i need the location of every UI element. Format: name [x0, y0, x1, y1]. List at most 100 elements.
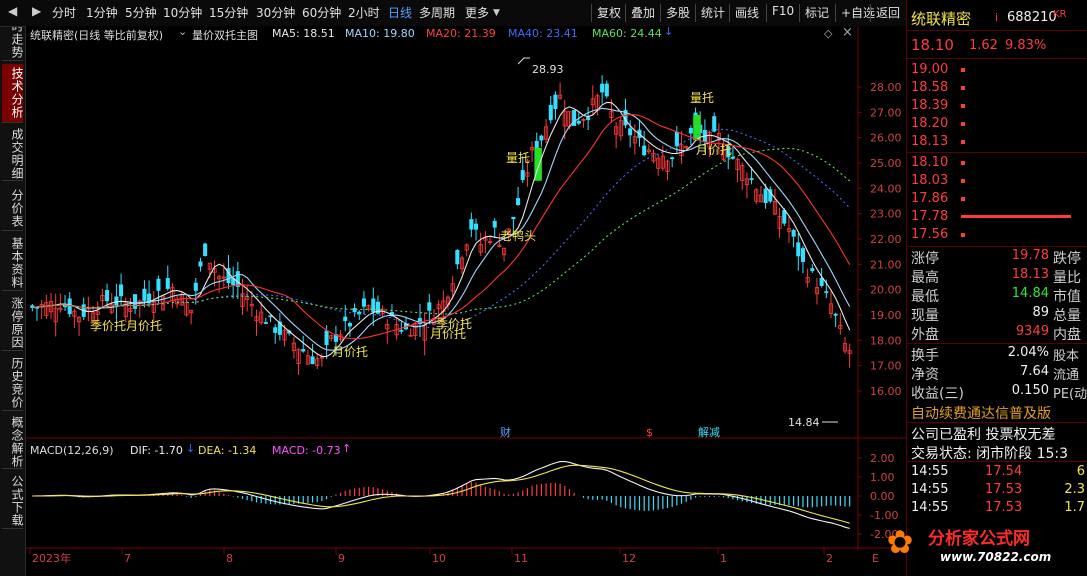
signal-annotation: 量托 [690, 91, 714, 105]
candle-body [273, 327, 278, 333]
event-mark: 财 [500, 425, 511, 439]
macd-dif: DIF: -1.70 [130, 444, 183, 457]
toolbar-button[interactable]: 画线 [735, 4, 759, 21]
candle-body [133, 294, 138, 309]
period-tab[interactable]: 1分钟 [86, 4, 118, 21]
toolbar-button[interactable]: 叠加 [631, 4, 655, 21]
chevron-down-icon[interactable]: ⌄ [178, 25, 187, 38]
stat-value: 9349 [1015, 324, 1049, 339]
watermark-name: 分析家公式网 [928, 529, 1030, 549]
stock-code: 688210 [1007, 10, 1057, 25]
stat-label: 外盘 [911, 327, 939, 343]
candle-body [628, 128, 633, 136]
forward-icon[interactable]: ▶ [32, 4, 41, 18]
period-tab[interactable]: 分时 [52, 4, 76, 21]
y-tick-label: 27.00 [870, 106, 902, 119]
candle-body [347, 323, 352, 327]
divider [907, 343, 1087, 344]
left-tab[interactable]: 概念解析 [2, 416, 24, 469]
left-tab[interactable]: 成交明细 [2, 128, 24, 181]
bid-price: 18.03 [911, 173, 949, 188]
candle-body [119, 284, 124, 297]
left-tab[interactable]: 涨停原因 [2, 296, 24, 351]
candle-body [712, 116, 717, 132]
period-tab[interactable]: 日线 [388, 4, 412, 21]
stat-value: 18.13 [1011, 267, 1049, 282]
x-tick-label: 7 [124, 552, 131, 565]
stat-label: 跌停 [1053, 251, 1081, 267]
quote-panel: 统联精密 i 688210 KR 18.10 1.62 9.83% 19.00 18.58 18.… [906, 0, 1087, 576]
toolbar-button[interactable]: 返回 [876, 4, 900, 21]
ma40-value: MA40: 23.41 [508, 27, 578, 40]
stat-value: 2.04% [1007, 345, 1049, 360]
candle-body [600, 83, 605, 93]
bid-price: 17.78 [911, 209, 949, 224]
bid-price: 17.56 [911, 227, 949, 242]
ask-price: 18.13 [911, 134, 949, 149]
stat-value: 19.78 [1011, 248, 1049, 263]
period-tab[interactable]: 5分钟 [125, 4, 157, 21]
candle-body [310, 356, 315, 365]
signal-annotation: 月价托 [332, 345, 368, 359]
bid-volume-bar [961, 197, 965, 201]
tick-time: 14:55 [911, 482, 949, 497]
signal-annotation: 月价托 [430, 327, 466, 341]
candle-body [361, 298, 366, 307]
y-tick-label: 17.00 [870, 360, 902, 373]
y-tick-label: 16.00 [870, 385, 902, 398]
stat-label: 涨停 [911, 251, 939, 267]
toolbar-button[interactable]: F10 [772, 4, 794, 18]
left-tab[interactable]: 分价表 [2, 186, 24, 231]
candle-body [819, 277, 824, 286]
left-tab[interactable]: 基本资料 [2, 236, 24, 291]
toolbar-button[interactable]: 多股 [666, 4, 690, 21]
period-tab[interactable]: 2小时 [348, 4, 380, 21]
candle-body [165, 278, 170, 289]
period-tab[interactable]: 多周期 [419, 4, 455, 21]
candle-body [193, 282, 198, 291]
toolbar-separator [625, 4, 626, 22]
candle-body [833, 313, 838, 316]
diamond-icon[interactable]: ◇ [824, 27, 832, 40]
price-change-pct: 9.83% [1005, 38, 1047, 53]
period-tab[interactable]: 15分钟 [209, 4, 248, 21]
top-toolbar: ◀ ▶ 分时 1分钟 5分钟 10分钟 15分钟 30分钟 60分钟 2小时 日线 多周期 更多 ▼ 复权叠… [0, 0, 906, 27]
period-tab[interactable]: 10分钟 [163, 4, 202, 21]
y-tick-label: 25.00 [870, 157, 902, 170]
period-tab[interactable]: 30分钟 [256, 4, 295, 21]
left-tab[interactable]: 历史竞价 [2, 356, 24, 411]
chart-area[interactable]: 28.0027.0026.0025.0024.0023.0022.0021.00… [26, 26, 906, 576]
left-tab[interactable]: 公式下载 [2, 474, 24, 529]
signal-annotation: 老鸭头 [500, 229, 536, 243]
back-icon[interactable]: ◀ [8, 4, 17, 18]
ask-price: 18.20 [911, 116, 949, 131]
stat-label: 总量 [1053, 308, 1081, 324]
watermark: ✿ 分析家公式网 www.70822.com [880, 520, 1087, 576]
candle-body [763, 188, 768, 204]
candle-body [688, 127, 693, 134]
candle-body [203, 243, 208, 256]
macd-title: MACD(12,26,9) [30, 444, 114, 457]
candle-body [810, 268, 815, 272]
period-tab[interactable]: 更多 [465, 4, 489, 21]
x-tick-label: 2023年 [32, 551, 71, 565]
candle-body [782, 209, 787, 224]
tick-volume: 2.3 [1064, 482, 1085, 497]
volume-support-candle [693, 114, 701, 141]
close-icon[interactable]: × [842, 25, 853, 40]
toolbar-button[interactable]: 标记 [805, 4, 829, 21]
macd-y-tick-label: 1.00 [870, 471, 895, 484]
y-tick-label: 18.00 [870, 334, 902, 347]
candle-body [548, 104, 553, 121]
ma20-value: MA20: 21.39 [426, 27, 496, 40]
bid-volume-bar [961, 233, 965, 237]
left-vertical-tabs: 分时走势 技术分析 成交明细 分价表 基本资料 涨停原因 历史竞价 概念解析 公式下载 [0, 0, 26, 576]
notice-link[interactable]: 自动续费通达信普及版 [911, 403, 1051, 423]
left-tab[interactable]: 技术分析 [2, 64, 24, 123]
period-tab[interactable]: 60分钟 [302, 4, 341, 21]
macd-y-tick-label: 0.00 [870, 490, 895, 503]
chevron-down-icon[interactable]: ▼ [493, 8, 500, 18]
toolbar-button[interactable]: 复权 [597, 4, 621, 21]
toolbar-button[interactable]: 统计 [701, 4, 725, 21]
indicator-name[interactable]: 量价双托主图 [192, 27, 258, 43]
